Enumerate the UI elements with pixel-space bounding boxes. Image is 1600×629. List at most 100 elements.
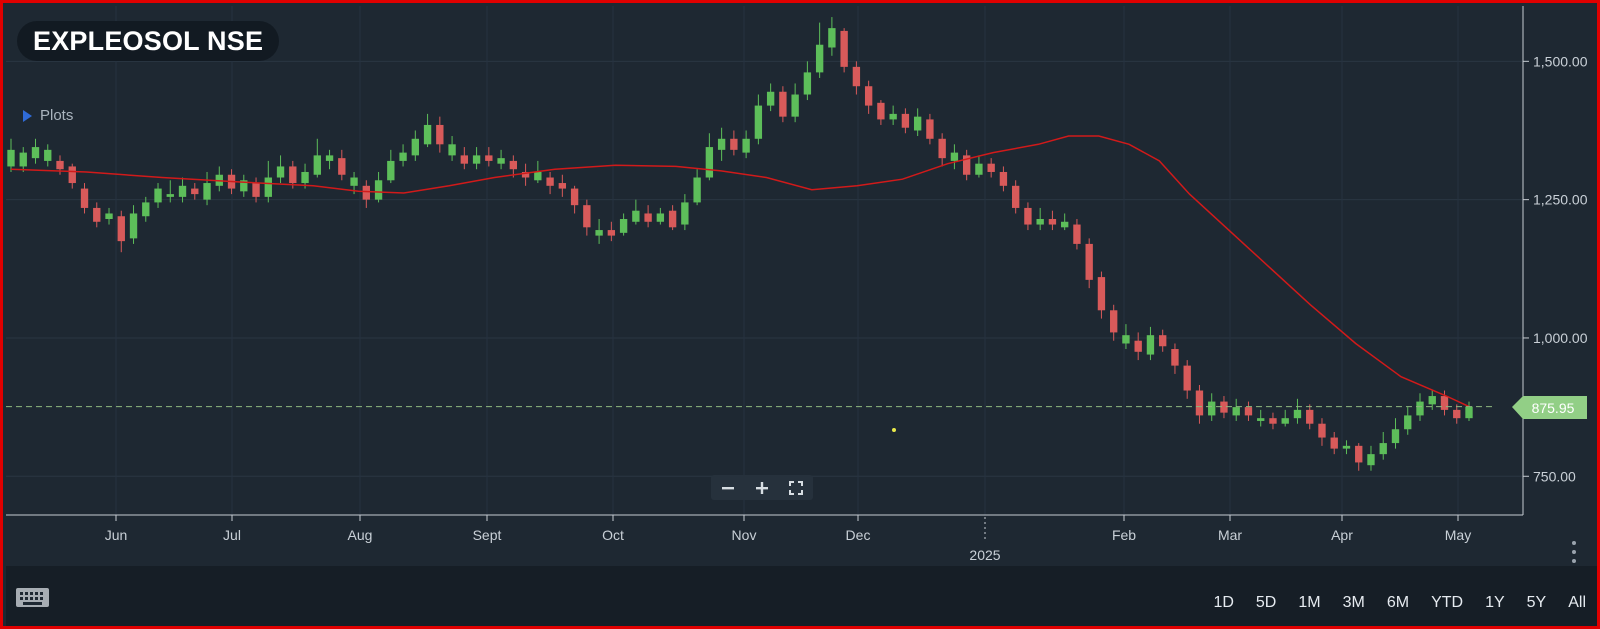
candle-body [1122, 335, 1130, 344]
candle [93, 202, 101, 228]
candle-body [705, 147, 714, 178]
candle [864, 80, 873, 114]
candle [1171, 343, 1179, 374]
candle [913, 108, 922, 137]
candle [546, 171, 554, 195]
candle-body [1293, 409, 1302, 419]
candle-body [178, 185, 187, 197]
range-5d-button[interactable]: 5D [1256, 594, 1276, 612]
candle-body [717, 138, 726, 150]
range-1y-button[interactable]: 1Y [1485, 594, 1505, 612]
candle-body [1367, 454, 1375, 466]
candle-body [766, 91, 775, 106]
candle [828, 17, 836, 56]
candle [1110, 304, 1118, 341]
x-tick-label: Feb [1112, 527, 1136, 543]
y-tick-label: 1,250.00 [1533, 192, 1588, 208]
candle-body [570, 188, 579, 206]
range-3m-button[interactable]: 3M [1343, 594, 1365, 612]
candle-body [1134, 340, 1142, 352]
price-badge: 875.95 [1512, 396, 1587, 419]
range-1m-button[interactable]: 1M [1298, 594, 1320, 612]
candle-body [1048, 219, 1057, 225]
candle [325, 149, 334, 170]
candle [1293, 398, 1302, 424]
candle-body [105, 213, 113, 220]
candle [840, 28, 848, 73]
x-tick-label: Sept [473, 527, 502, 543]
plots-label: Plots [40, 107, 74, 124]
candle-body [779, 91, 787, 117]
candle-body [534, 171, 542, 181]
candle-body [681, 202, 689, 225]
price-chart[interactable]: 1,500.00 1,250.00 1,000.00 750.00 Jun Jul Aug… [3, 3, 1600, 629]
candle-body [1183, 365, 1191, 391]
candle [1404, 407, 1412, 435]
candle-body [289, 166, 297, 184]
candle-body [1073, 224, 1081, 244]
candle-body [999, 171, 1008, 186]
candle-body [1097, 277, 1106, 311]
candle-body [1146, 335, 1155, 355]
candle [1355, 443, 1363, 471]
range-1d-button[interactable]: 1D [1213, 594, 1233, 612]
candle-body [129, 213, 138, 239]
minus-icon [722, 486, 734, 489]
candle-body [264, 177, 272, 197]
candle [987, 158, 995, 178]
candle [1011, 180, 1020, 214]
candle-body [1416, 401, 1424, 416]
candle-body [1061, 221, 1069, 228]
range-5y-button[interactable]: 5Y [1527, 594, 1547, 612]
candle [485, 147, 493, 167]
range-ytd-button[interactable]: YTD [1431, 594, 1463, 612]
candle-body [1024, 207, 1032, 225]
candle [1465, 401, 1473, 421]
candle [1146, 326, 1155, 361]
candle [791, 83, 799, 123]
candle [80, 183, 89, 214]
candle [166, 180, 174, 203]
candle-body [803, 72, 812, 95]
candle [766, 83, 775, 112]
candle [117, 210, 125, 253]
candle [583, 199, 591, 236]
zoom-in-button[interactable] [749, 477, 775, 499]
candle [595, 219, 603, 244]
range-all-button[interactable]: All [1568, 594, 1586, 612]
candle [1269, 412, 1277, 430]
candle-body [203, 183, 211, 200]
grid-lines [6, 6, 1523, 515]
candle [252, 177, 260, 203]
fullscreen-button[interactable] [783, 477, 809, 499]
candle [1391, 418, 1400, 449]
plots-toggle[interactable]: Plots [23, 107, 73, 124]
candle [975, 155, 983, 178]
candle [1134, 332, 1142, 361]
candle-body [901, 113, 910, 128]
year-label: 2025 [969, 547, 1000, 563]
candle-body [1036, 219, 1044, 225]
candle-body [1306, 409, 1314, 424]
candle-body [595, 230, 603, 236]
zoom-out-button[interactable] [715, 477, 741, 499]
candle-body [142, 202, 150, 217]
candle-body [693, 177, 701, 203]
x-tick-label: Dec [846, 527, 871, 543]
candle-body [191, 188, 199, 195]
candle-body [656, 213, 665, 222]
candle [1122, 324, 1130, 350]
candle-body [93, 207, 101, 222]
candle [901, 108, 910, 134]
candle-body [546, 177, 554, 186]
keyboard-icon[interactable] [16, 588, 49, 607]
y-tick-label: 1,000.00 [1533, 330, 1588, 346]
range-6m-button[interactable]: 6M [1387, 594, 1409, 612]
candle [1220, 396, 1228, 419]
more-options-icon[interactable] [1571, 541, 1577, 563]
candle [1195, 384, 1204, 424]
zoom-toolbar [711, 475, 813, 500]
candle-body [644, 213, 652, 222]
candle [779, 86, 787, 123]
candle [938, 133, 946, 167]
